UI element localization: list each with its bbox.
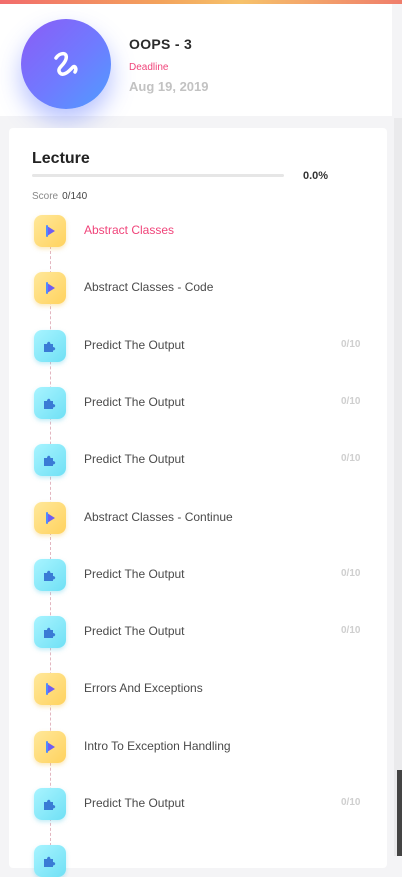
course-title: OOPS - 3: [129, 36, 193, 52]
score-label: Score: [32, 191, 59, 202]
puzzle-icon: [34, 616, 66, 648]
lecture-item-label: Abstract Classes: [84, 223, 175, 237]
timeline-line: [50, 236, 51, 856]
lecture-item-score: 0/10: [341, 453, 361, 464]
section-title: Lecture: [32, 150, 90, 167]
puzzle-icon: [34, 845, 66, 877]
play-icon: [34, 272, 66, 304]
lecture-item-label: Errors And Exceptions: [84, 681, 203, 695]
lecture-item-label: Predict The Output: [84, 624, 185, 638]
deadline-label: Deadline: [129, 62, 169, 73]
scrollbar[interactable]: [394, 118, 402, 856]
lecture-item-score: 0/10: [341, 568, 361, 579]
lecture-item-label: Predict The Output: [84, 338, 185, 352]
progress-bar: [32, 174, 284, 177]
puzzle-icon: [34, 559, 66, 591]
lecture-item[interactable]: Abstract Classes: [34, 215, 374, 247]
course-header: OOPS - 3 Deadline Aug 19, 2019: [0, 4, 392, 116]
lecture-item-score: 0/10: [341, 625, 361, 636]
lecture-item-score: 0/10: [341, 797, 361, 808]
play-icon: [34, 731, 66, 763]
lecture-item-score: 0/10: [341, 396, 361, 407]
lecture-item[interactable]: Predict The Output 0/10: [34, 387, 374, 419]
score-value: 0/140: [62, 191, 88, 202]
lecture-item[interactable]: [34, 845, 374, 877]
puzzle-icon: [34, 788, 66, 820]
lecture-item-label: Predict The Output: [84, 796, 185, 810]
squiggle-logo-icon: [54, 51, 78, 76]
puzzle-icon: [34, 330, 66, 362]
lecture-item-label: Abstract Classes - Code: [84, 280, 214, 294]
lecture-item-label: Predict The Output: [84, 567, 185, 581]
play-icon: [34, 215, 66, 247]
play-icon: [34, 502, 66, 534]
lecture-item[interactable]: Abstract Classes - Code: [34, 272, 374, 304]
play-icon: [34, 673, 66, 705]
puzzle-icon: [34, 444, 66, 476]
lecture-item[interactable]: Predict The Output 0/10: [34, 330, 374, 362]
puzzle-icon: [34, 387, 66, 419]
course-logo: [21, 19, 111, 109]
deadline-date: Aug 19, 2019: [129, 79, 209, 94]
lecture-item-label: Abstract Classes - Continue: [84, 510, 233, 524]
lecture-item[interactable]: Abstract Classes - Continue: [34, 502, 374, 534]
lecture-item[interactable]: Predict The Output 0/10: [34, 444, 374, 476]
lecture-item-score: 0/10: [341, 339, 361, 350]
lecture-item[interactable]: Predict The Output 0/10: [34, 559, 374, 591]
score-summary: Score 0/140: [32, 191, 87, 202]
lecture-item[interactable]: Intro To Exception Handling: [34, 731, 374, 763]
lecture-item-label: Intro To Exception Handling: [84, 739, 231, 753]
lecture-item[interactable]: Predict The Output 0/10: [34, 788, 374, 820]
lecture-item-label: Predict The Output: [84, 395, 185, 409]
progress-percent: 0.0%: [303, 170, 329, 182]
lecture-item[interactable]: Predict The Output 0/10: [34, 616, 374, 648]
lecture-item[interactable]: Errors And Exceptions: [34, 673, 374, 705]
lecture-item-label: Predict The Output: [84, 452, 185, 466]
